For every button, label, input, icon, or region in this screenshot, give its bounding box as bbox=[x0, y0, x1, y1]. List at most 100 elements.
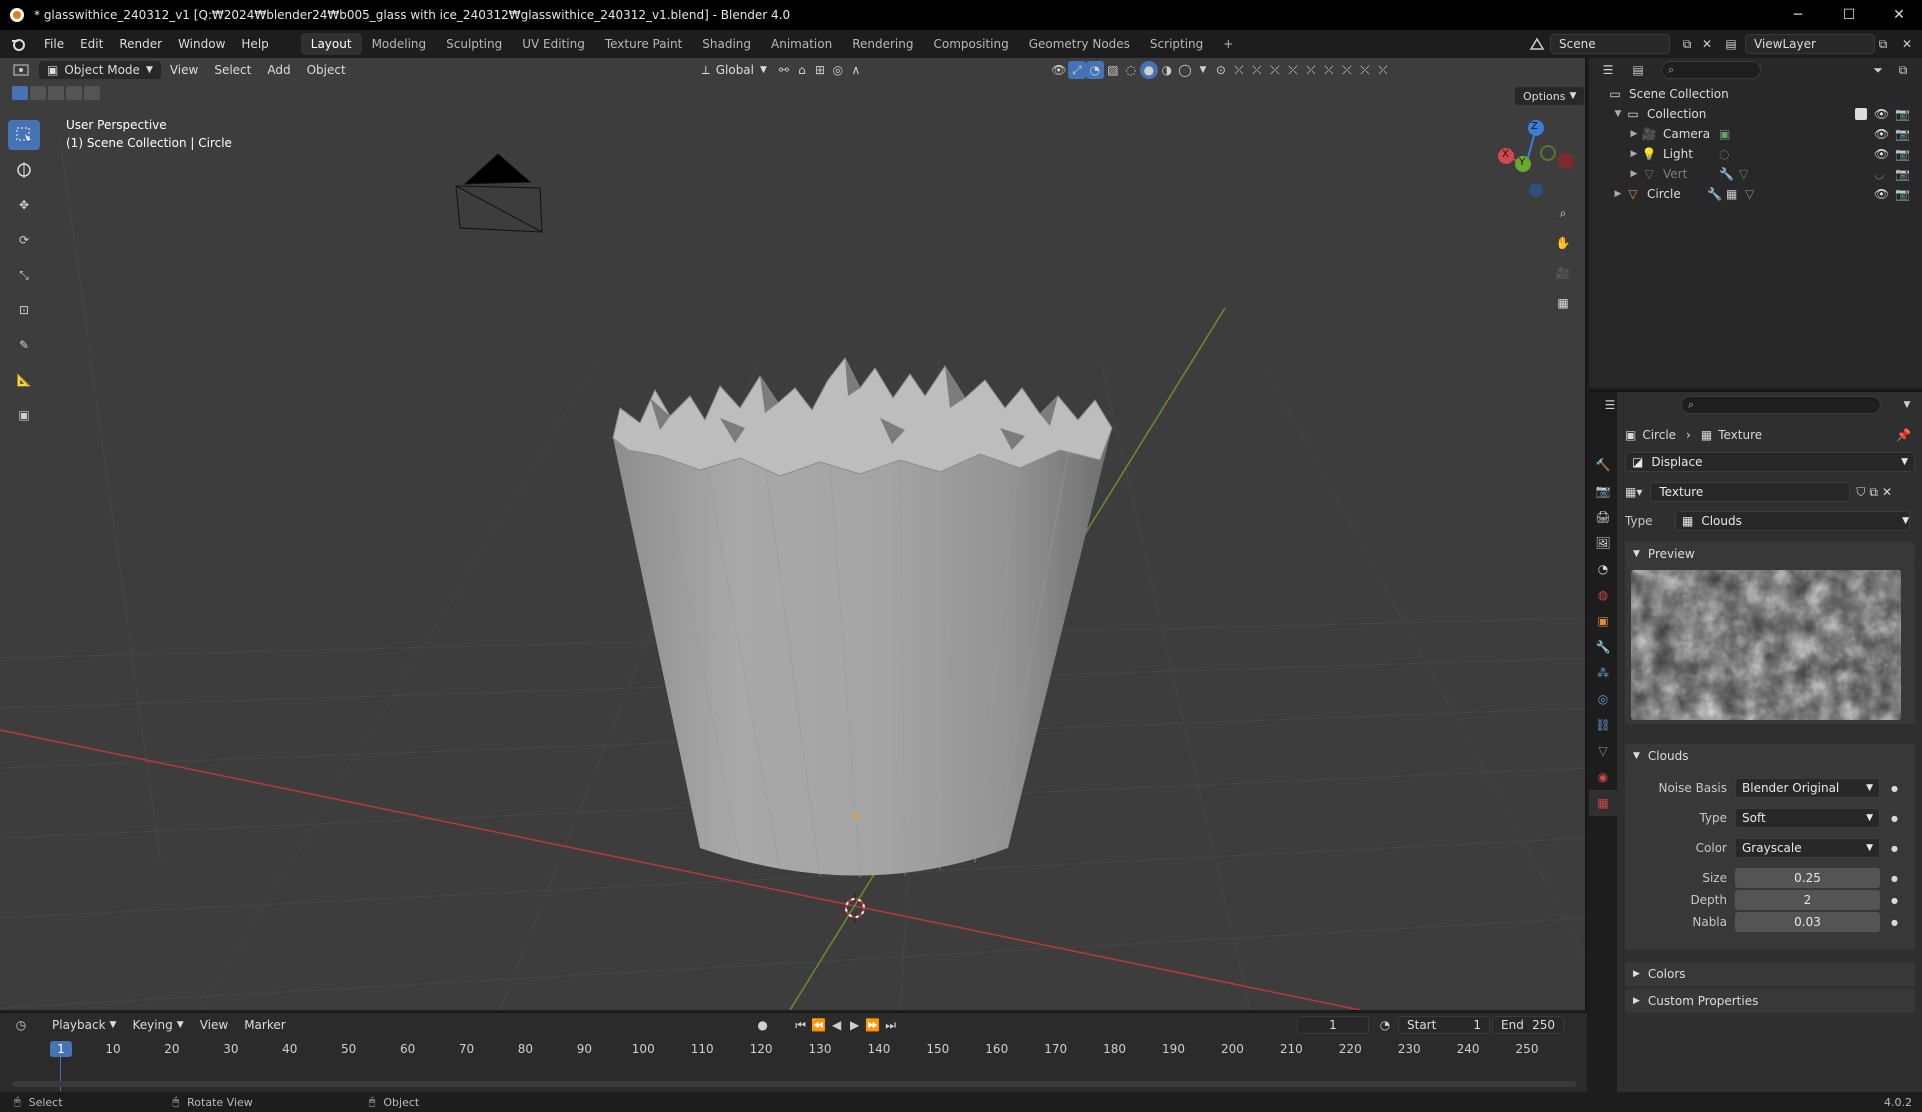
keyframe-dot-icon[interactable]: ● bbox=[1891, 874, 1898, 883]
rotate-tool-icon[interactable]: ⟳ bbox=[8, 225, 40, 255]
minimize-button[interactable]: ─ bbox=[1775, 0, 1821, 30]
menu-object[interactable]: Object bbox=[299, 60, 354, 80]
select-subtract-icon[interactable] bbox=[48, 86, 64, 100]
filter-icon[interactable]: ⏷ bbox=[1869, 61, 1887, 79]
camera-render-icon[interactable]: 📷 bbox=[1895, 167, 1910, 181]
texture-name-field[interactable]: Texture bbox=[1650, 482, 1851, 502]
tab-shading[interactable]: Shading bbox=[692, 33, 761, 55]
3d-viewport[interactable]: Z X Y ▣ Object Mode ▼ View Select Add Ob… bbox=[0, 58, 1587, 1010]
scene-name-field[interactable]: Scene bbox=[1550, 34, 1670, 54]
outliner-row-vert[interactable]: ▶ ▽ Vert 🔧 ▽ ◡ 📷 bbox=[1589, 164, 1922, 184]
jump-keyframe-forward-icon[interactable]: ⏩ bbox=[864, 1016, 882, 1034]
tab-compositing[interactable]: Compositing bbox=[923, 33, 1018, 55]
tab-modeling[interactable]: Modeling bbox=[362, 33, 437, 55]
camera-render-icon[interactable]: 📷 bbox=[1895, 107, 1910, 121]
maximize-button[interactable]: ☐ bbox=[1826, 0, 1872, 30]
new-view-layer-icon[interactable]: ⧉ bbox=[1874, 35, 1892, 53]
object-properties-tab-icon[interactable]: ▣ bbox=[1589, 608, 1617, 634]
tab-rendering[interactable]: Rendering bbox=[842, 33, 923, 55]
play-reverse-icon[interactable]: ◀ bbox=[828, 1016, 846, 1034]
tab-scripting[interactable]: Scripting bbox=[1140, 33, 1213, 55]
menu-edit[interactable]: Edit bbox=[72, 33, 111, 55]
texture-tab-icon[interactable]: ▦ bbox=[1589, 790, 1617, 816]
eye-icon[interactable]: 👁 bbox=[1874, 187, 1889, 201]
new-collection-icon[interactable]: ⧉ bbox=[1894, 61, 1912, 79]
expand-icon[interactable]: ▼ bbox=[1611, 109, 1625, 119]
outliner-row-light[interactable]: ▶ 💡 Light ◌ 👁 📷 bbox=[1589, 144, 1922, 164]
outliner-row-collection[interactable]: ▼ ▭ Collection 👁 📷 bbox=[1589, 104, 1922, 124]
object-mode-dropdown[interactable]: ▣ Object Mode ▼ bbox=[38, 60, 162, 80]
menu-add[interactable]: Add bbox=[259, 60, 298, 80]
shading-options-icon[interactable]: ▼ bbox=[1194, 61, 1212, 79]
eye-icon[interactable]: 👁 bbox=[1874, 127, 1889, 141]
select-new-icon[interactable] bbox=[12, 86, 28, 100]
custom-properties-panel-header[interactable]: ▶ Custom Properties bbox=[1625, 989, 1915, 1013]
wireframe-shading-icon[interactable]: ◌ bbox=[1122, 61, 1140, 79]
tool-properties-tab-icon[interactable]: 🔨 bbox=[1589, 452, 1617, 478]
scale-tool-icon[interactable]: ⤡ bbox=[8, 260, 40, 290]
keying-menu[interactable]: Keying ▼ bbox=[124, 1015, 191, 1035]
camera-view-icon[interactable]: 🎥 bbox=[1550, 260, 1576, 286]
overlay-extra-icon-5[interactable]: ⤫ bbox=[1284, 61, 1302, 79]
camera-object[interactable] bbox=[455, 153, 543, 233]
expand-icon[interactable]: ▶ bbox=[1611, 189, 1625, 199]
menu-help[interactable]: Help bbox=[233, 33, 276, 55]
delete-view-layer-icon[interactable]: ✕ bbox=[1898, 35, 1916, 53]
eye-icon[interactable]: 👁 bbox=[1874, 147, 1889, 161]
colors-panel-header[interactable]: ▶ Colors bbox=[1625, 962, 1915, 986]
close-button[interactable]: ✕ bbox=[1876, 0, 1922, 30]
outliner-row-camera[interactable]: ▶ 🎥 Camera ▣ 👁 📷 bbox=[1589, 124, 1922, 144]
rendered-shading-icon[interactable]: ◯ bbox=[1176, 61, 1194, 79]
camera-render-icon[interactable]: 📷 bbox=[1895, 187, 1910, 201]
keyframe-dot-icon[interactable]: ● bbox=[1891, 814, 1898, 823]
editor-type-icon[interactable] bbox=[12, 61, 30, 79]
current-frame-indicator[interactable]: 1 bbox=[50, 1041, 72, 1057]
texture-user-dropdown[interactable]: ◪ Displace ▼ bbox=[1625, 452, 1915, 472]
gizmo-toggle-icon[interactable]: ⤢ bbox=[1067, 61, 1086, 79]
solid-shading-icon[interactable]: ● bbox=[1139, 61, 1158, 79]
world-properties-tab-icon[interactable]: ◍ bbox=[1589, 582, 1617, 608]
camera-render-icon[interactable]: 📷 bbox=[1895, 127, 1910, 141]
modifier-wrench-icon[interactable]: 🔧 bbox=[1719, 167, 1734, 181]
constraints-tab-icon[interactable]: ⛓ bbox=[1589, 712, 1617, 738]
menu-view[interactable]: View bbox=[162, 60, 206, 80]
view-layer-tab-icon[interactable]: 🖼 bbox=[1589, 530, 1617, 556]
clouds-panel-header[interactable]: ▼ Clouds bbox=[1625, 744, 1915, 768]
timeline-view-menu[interactable]: View bbox=[192, 1015, 236, 1035]
tab-uv-editing[interactable]: UV Editing bbox=[512, 33, 595, 55]
overlay-extra-icon-3[interactable]: ⤫ bbox=[1248, 61, 1266, 79]
expand-icon[interactable]: ▶ bbox=[1627, 129, 1641, 139]
output-properties-tab-icon[interactable]: 🖨 bbox=[1589, 504, 1617, 530]
options-dropdown[interactable]: Options ▼ bbox=[1514, 86, 1585, 106]
tab-layout[interactable]: Layout bbox=[300, 33, 362, 55]
noise-basis-dropdown[interactable]: Blender Original ▼ bbox=[1735, 778, 1880, 798]
keyframe-dot-icon[interactable]: ● bbox=[1891, 784, 1898, 793]
measure-tool-icon[interactable]: 📐 bbox=[8, 365, 40, 395]
tab-animation[interactable]: Animation bbox=[761, 33, 842, 55]
select-invert-icon[interactable] bbox=[66, 86, 82, 100]
light-data-icon[interactable]: ◌ bbox=[1719, 147, 1729, 161]
jump-keyframe-back-icon[interactable]: ⏪ bbox=[810, 1016, 828, 1034]
tab-sculpting[interactable]: Sculpting bbox=[436, 33, 512, 55]
menu-select[interactable]: Select bbox=[206, 60, 259, 80]
fake-user-shield-icon[interactable]: ⛉ bbox=[1856, 485, 1865, 500]
overlay-extra-icon-7[interactable]: ⤫ bbox=[1320, 61, 1338, 79]
view-layer-selector-icon[interactable]: ▤ bbox=[1722, 35, 1740, 53]
outliner-row-circle[interactable]: ▶ ▽ Circle 🔧 ▦ ▽ 👁 📷 bbox=[1589, 184, 1922, 204]
glass-mesh[interactable] bbox=[612, 357, 1113, 879]
overlay-toggle-icon[interactable]: ◔ bbox=[1085, 61, 1104, 79]
tab-texture-paint[interactable]: Texture Paint bbox=[595, 33, 692, 55]
overlay-extra-icon-1[interactable]: ⊙ bbox=[1212, 61, 1230, 79]
jump-start-icon[interactable]: ⏮ bbox=[792, 1016, 810, 1034]
keyframe-dot-icon[interactable]: ● bbox=[1891, 918, 1898, 927]
frame-ruler[interactable]: 1 10 20 30 40 50 60 70 80 90 100 110 120 130 140 150 16… bbox=[0, 1039, 1587, 1059]
annotate-tool-icon[interactable]: ✎ bbox=[8, 330, 40, 360]
texture-type-dropdown[interactable]: ▦ Clouds ▼ bbox=[1675, 511, 1910, 531]
perspective-toggle-icon[interactable]: ▦ bbox=[1550, 290, 1576, 316]
snap-target-icon[interactable]: ⊞ bbox=[811, 61, 829, 79]
overlay-extra-icon-2[interactable]: ⤫ bbox=[1230, 61, 1248, 79]
delete-scene-icon[interactable]: ✕ bbox=[1698, 35, 1716, 53]
transform-orientation-dropdown[interactable]: ⟂ Global ▼ bbox=[694, 60, 775, 80]
add-workspace-button[interactable]: + bbox=[1213, 33, 1243, 55]
overlay-extra-icon-10[interactable]: ⤫ bbox=[1374, 61, 1392, 79]
